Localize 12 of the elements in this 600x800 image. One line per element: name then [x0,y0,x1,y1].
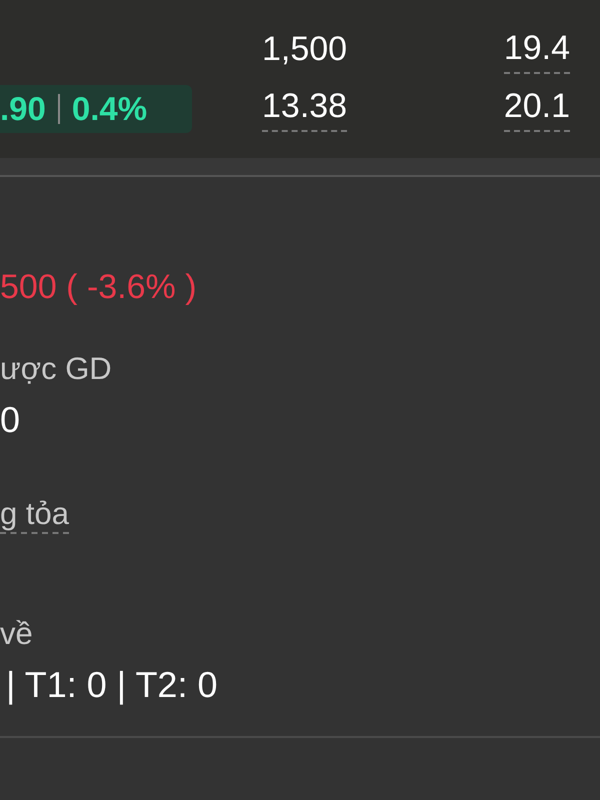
change-value: .90 [0,90,46,128]
stat-value[interactable]: 19.4 [504,28,570,74]
field-label: về [0,616,33,652]
price-change: 500 ( -3.6% ) [0,268,198,308]
stat-value[interactable]: 20.1 [504,86,570,132]
change-percent: 0.4% [72,90,148,128]
field-value: | T1: 0 | T2: 0 [6,664,218,706]
stat-value: 1,500 [262,30,348,70]
stat-value[interactable]: 13.38 [262,86,348,132]
field-label[interactable]: g tỏa [0,496,69,534]
field-value: 0 [0,399,20,441]
field-label: ược GD [0,351,112,387]
